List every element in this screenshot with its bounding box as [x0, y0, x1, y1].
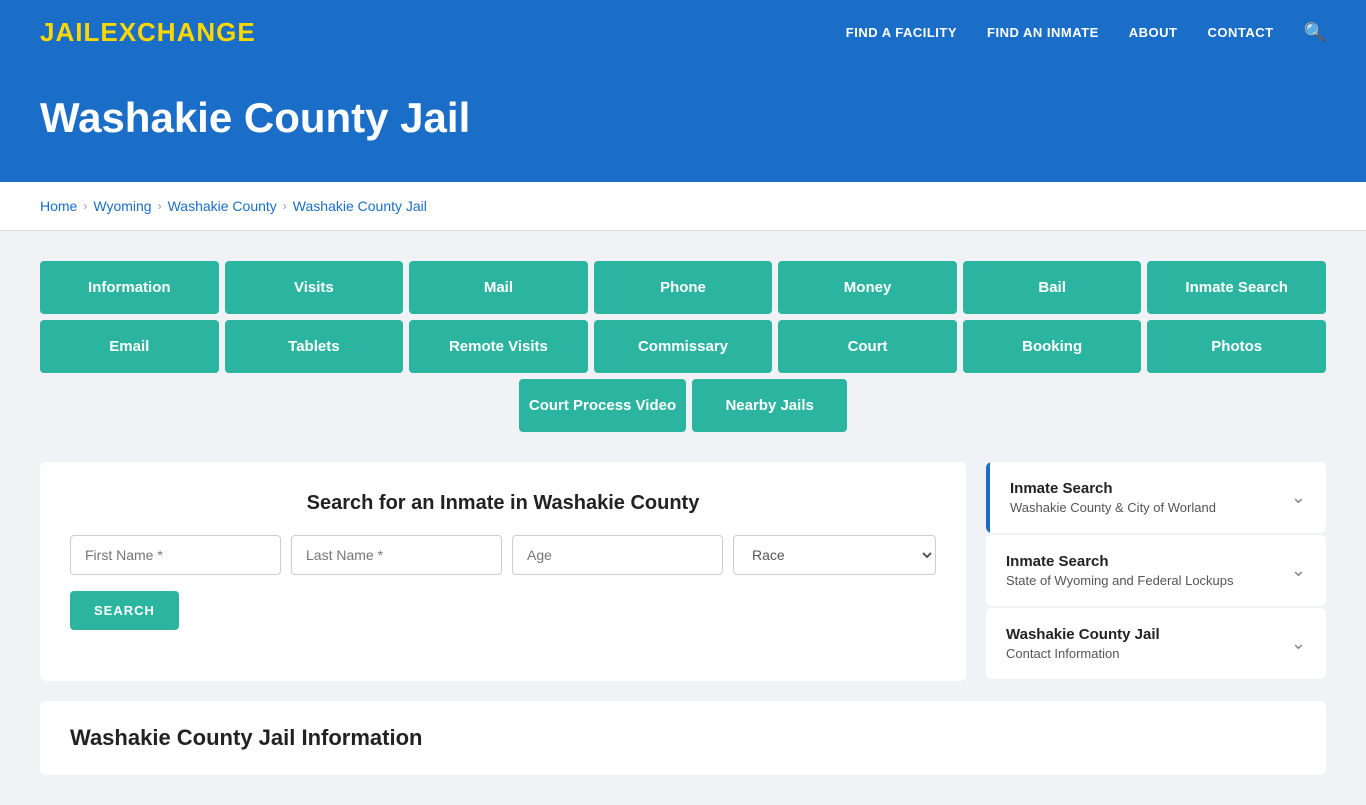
sidebar-card-contact-header[interactable]: Washakie County Jail Contact Information…	[986, 608, 1326, 679]
btn-email[interactable]: Email	[40, 320, 219, 373]
breadcrumb-wyoming[interactable]: Wyoming	[93, 198, 151, 214]
btn-inmate-search[interactable]: Inmate Search	[1147, 261, 1326, 314]
breadcrumb-current: Washakie County Jail	[293, 198, 427, 214]
btn-commissary[interactable]: Commissary	[594, 320, 773, 373]
page-title: Washakie County Jail	[40, 94, 1326, 142]
btn-photos[interactable]: Photos	[1147, 320, 1326, 373]
sidebar-card-washakie: Inmate Search Washakie County & City of …	[986, 462, 1326, 533]
btn-money[interactable]: Money	[778, 261, 957, 314]
btn-visits[interactable]: Visits	[225, 261, 404, 314]
chevron-down-icon-0: ⌄	[1291, 487, 1306, 508]
race-select[interactable]: Race White Black Hispanic Asian Other	[733, 535, 936, 575]
sidebar-card-washakie-subtitle: Washakie County & City of Worland	[1010, 500, 1216, 515]
hero-section: Washakie County Jail	[0, 64, 1366, 182]
sidebar-card-washakie-header[interactable]: Inmate Search Washakie County & City of …	[986, 462, 1326, 533]
search-icon[interactable]: 🔍	[1304, 22, 1326, 43]
btn-mail[interactable]: Mail	[409, 261, 588, 314]
info-section: Washakie County Jail Information	[40, 701, 1326, 775]
main-content: Information Visits Mail Phone Money Bail…	[0, 231, 1366, 805]
breadcrumb-section: Home › Wyoming › Washakie County › Washa…	[0, 182, 1366, 231]
btn-phone[interactable]: Phone	[594, 261, 773, 314]
breadcrumb-sep-1: ›	[83, 199, 87, 213]
btn-remote-visits[interactable]: Remote Visits	[409, 320, 588, 373]
grid-row-3: Court Process Video Nearby Jails	[40, 379, 1326, 432]
sidebar-card-wyoming-title: Inmate Search	[1006, 553, 1234, 570]
breadcrumb-washakie-county[interactable]: Washakie County	[168, 198, 277, 214]
chevron-down-icon-1: ⌄	[1291, 560, 1306, 581]
search-form-title: Search for an Inmate in Washakie County	[70, 492, 936, 515]
grid-row-2: Email Tablets Remote Visits Commissary C…	[40, 320, 1326, 373]
grid-row-1: Information Visits Mail Phone Money Bail…	[40, 261, 1326, 314]
logo-jail: JAIL	[40, 17, 100, 47]
site-logo[interactable]: JAILEXCHANGE	[40, 17, 256, 48]
nav-find-facility[interactable]: FIND A FACILITY	[846, 25, 957, 40]
sidebar: Inmate Search Washakie County & City of …	[986, 462, 1326, 681]
age-input[interactable]	[512, 535, 723, 575]
btn-tablets[interactable]: Tablets	[225, 320, 404, 373]
nav-find-inmate[interactable]: FIND AN INMATE	[987, 25, 1099, 40]
content-area: Search for an Inmate in Washakie County …	[40, 462, 1326, 681]
sidebar-card-wyoming: Inmate Search State of Wyoming and Feder…	[986, 535, 1326, 606]
btn-information[interactable]: Information	[40, 261, 219, 314]
chevron-down-icon-2: ⌄	[1291, 633, 1306, 654]
first-name-input[interactable]	[70, 535, 281, 575]
main-nav: FIND A FACILITY FIND AN INMATE ABOUT CON…	[846, 22, 1326, 43]
breadcrumb-sep-2: ›	[158, 199, 162, 213]
search-button[interactable]: SEARCH	[70, 591, 179, 630]
breadcrumb-home[interactable]: Home	[40, 198, 77, 214]
logo-exchange-rest: XCHANGE	[119, 17, 256, 47]
last-name-input[interactable]	[291, 535, 502, 575]
sidebar-card-washakie-title: Inmate Search	[1010, 480, 1216, 497]
nav-contact[interactable]: CONTACT	[1207, 25, 1273, 40]
breadcrumb-sep-3: ›	[283, 199, 287, 213]
info-section-title: Washakie County Jail Information	[70, 725, 1296, 751]
sidebar-card-wyoming-text: Inmate Search State of Wyoming and Feder…	[1006, 553, 1234, 588]
sidebar-card-contact-subtitle: Contact Information	[1006, 646, 1160, 661]
btn-bail[interactable]: Bail	[963, 261, 1142, 314]
btn-court-process-video[interactable]: Court Process Video	[519, 379, 686, 432]
sidebar-card-contact-text: Washakie County Jail Contact Information	[1006, 626, 1160, 661]
search-inputs-row: Race White Black Hispanic Asian Other	[70, 535, 936, 575]
site-header: JAILEXCHANGE FIND A FACILITY FIND AN INM…	[0, 0, 1366, 64]
sidebar-card-contact: Washakie County Jail Contact Information…	[986, 608, 1326, 679]
btn-nearby-jails[interactable]: Nearby Jails	[692, 379, 847, 432]
btn-court[interactable]: Court	[778, 320, 957, 373]
sidebar-card-wyoming-subtitle: State of Wyoming and Federal Lockups	[1006, 573, 1234, 588]
nav-about[interactable]: ABOUT	[1129, 25, 1178, 40]
sidebar-card-washakie-text: Inmate Search Washakie County & City of …	[1010, 480, 1216, 515]
logo-exchange-highlight: E	[100, 17, 118, 47]
btn-booking[interactable]: Booking	[963, 320, 1142, 373]
breadcrumb: Home › Wyoming › Washakie County › Washa…	[40, 198, 1326, 214]
sidebar-card-contact-title: Washakie County Jail	[1006, 626, 1160, 643]
sidebar-card-wyoming-header[interactable]: Inmate Search State of Wyoming and Feder…	[986, 535, 1326, 606]
search-form-box: Search for an Inmate in Washakie County …	[40, 462, 966, 681]
